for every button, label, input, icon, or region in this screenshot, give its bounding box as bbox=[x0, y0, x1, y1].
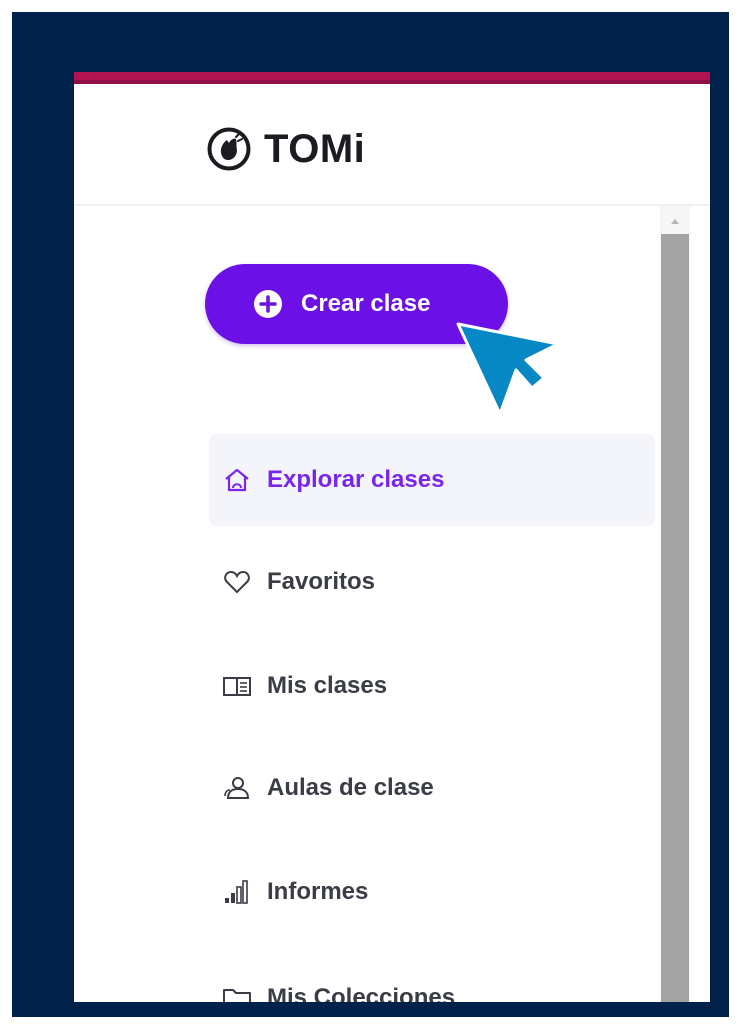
accent-top-bar bbox=[74, 72, 710, 84]
nav-item-favoritos[interactable]: Favoritos bbox=[209, 536, 655, 628]
nav-item-label: Aulas de clase bbox=[267, 774, 434, 801]
nav-item-label: Favoritos bbox=[267, 568, 376, 595]
nav-item-label: Mis Colecciones bbox=[267, 984, 456, 1002]
nav-item-label: Mis clases bbox=[267, 672, 388, 699]
scrollbar-thumb[interactable] bbox=[661, 234, 689, 1002]
home-icon bbox=[225, 468, 249, 492]
vertical-scrollbar[interactable] bbox=[660, 206, 690, 1002]
scroll-up-arrow-icon[interactable] bbox=[668, 214, 682, 228]
sidebar-nav: Crear clase Explorar clases Favoritos Mi… bbox=[74, 206, 658, 1002]
outer-frame: TOMi Crear clase Explorar clases Favorit… bbox=[12, 12, 729, 1017]
nav-item-mis-clases[interactable]: Mis clases bbox=[209, 640, 655, 732]
users-icon bbox=[224, 777, 250, 799]
plus-circle-icon bbox=[254, 290, 282, 318]
sidebar-header: TOMi bbox=[74, 84, 710, 206]
nav-item-aulas-de-clase[interactable]: Aulas de clase bbox=[209, 742, 655, 834]
nav-item-mis-colecciones[interactable]: Mis Colecciones bbox=[209, 952, 655, 1002]
sidebar-panel: TOMi Crear clase Explorar clases Favorit… bbox=[74, 72, 710, 1002]
nav-item-informes[interactable]: Informes bbox=[209, 846, 655, 938]
heart-icon bbox=[224, 570, 250, 594]
nav-item-label: Explorar clases bbox=[267, 466, 445, 493]
bar-chart-icon bbox=[225, 880, 248, 904]
mouse-pointer-icon bbox=[456, 322, 560, 416]
brand-name: TOMi bbox=[264, 126, 366, 171]
brand-logo[interactable]: TOMi bbox=[206, 119, 365, 179]
nav-item-label: Informes bbox=[267, 878, 369, 905]
nav-item-explorar-clases[interactable]: Explorar clases bbox=[209, 434, 655, 526]
create-class-label: Crear clase bbox=[301, 290, 431, 317]
book-icon bbox=[223, 677, 251, 696]
folder-icon bbox=[223, 989, 251, 1002]
hand-waving-icon bbox=[207, 127, 251, 171]
